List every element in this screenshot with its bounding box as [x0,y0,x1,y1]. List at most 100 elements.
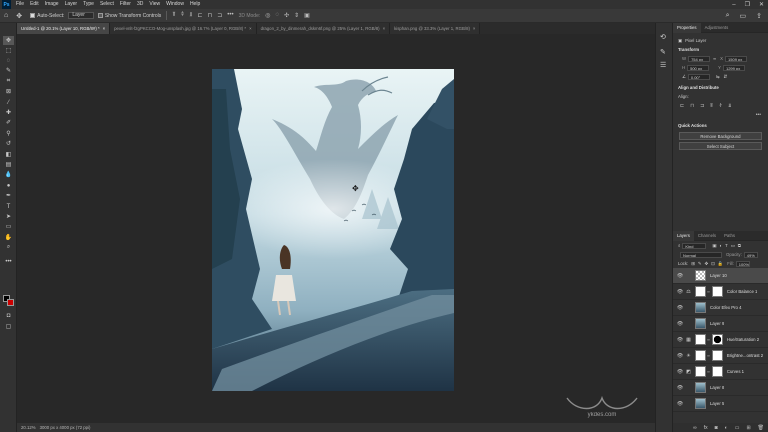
layer-name[interactable]: Layer 10 [710,273,727,278]
visibility-eye-icon[interactable]: 👁 [676,273,684,279]
layer-row[interactable]: 👁 ⚖ ∞ Color Balance 1 [673,284,768,300]
healing-brush-icon[interactable]: ✚ [3,108,14,117]
layer-row[interactable]: 👁 ▦ ∞ Hue/Saturation 2 [673,332,768,348]
visibility-eye-icon[interactable]: 👁 [676,305,684,311]
move-tool-icon[interactable]: ✥ [16,12,22,20]
layer-row[interactable]: 👁 Color Efex Pro 4 [673,300,768,316]
maximize-icon[interactable]: ❐ [745,1,750,8]
visibility-eye-icon[interactable]: 👁 [676,337,684,343]
quick-actions-title[interactable]: Quick Actions [673,121,768,130]
align-section-title[interactable]: Align and Distribute [673,83,768,92]
quick-select-tool-icon[interactable]: ✎ [3,66,14,75]
gradient-tool-icon[interactable]: ▤ [3,160,14,169]
3d-scale-icon[interactable]: ▣ [304,12,310,19]
eyedropper-tool-icon[interactable]: ⁄ [3,98,14,107]
auto-select-checkbox[interactable]: Auto-Select: [30,13,64,19]
width-field[interactable]: 754 px [688,55,711,62]
background-color-swatch[interactable] [7,299,14,306]
shape-tool-icon[interactable]: ▭ [3,222,14,231]
menu-file[interactable]: File [13,0,27,9]
menu-filter[interactable]: Filter [117,0,134,9]
layer-mask-thumbnail[interactable] [711,334,723,345]
dodge-tool-icon[interactable]: ● [3,181,14,190]
mask-link-icon[interactable]: ∞ [707,369,710,374]
layer-name[interactable]: Brightne...ontrast 2 [727,353,763,358]
filter-smart-icon[interactable]: ⧉ [738,243,741,248]
mask-link-icon[interactable]: ∞ [707,337,710,342]
new-adjustment-icon[interactable]: ◐ [725,425,728,431]
close-tab-icon[interactable]: × [103,26,106,31]
align-right-icon[interactable]: ⊐ [217,12,222,19]
visibility-eye-icon[interactable]: 👁 [676,289,684,295]
layer-thumbnail[interactable] [695,382,706,393]
visibility-eye-icon[interactable]: 👁 [676,321,684,327]
filter-type-icon[interactable]: T [725,243,728,248]
blend-mode-dropdown[interactable]: Normal [680,251,722,258]
blur-tool-icon[interactable]: 💧 [3,170,14,179]
menu-edit[interactable]: Edit [27,0,42,9]
align-bottom-icon[interactable]: ⫫ [189,12,192,19]
align-v-centers-icon[interactable]: ⫩ [719,103,722,109]
layer-thumbnail[interactable] [695,302,706,313]
3d-orbit-icon[interactable]: ◎ [265,12,270,19]
tab-paths[interactable]: Paths [720,231,739,241]
align-top-icon[interactable]: ⫪ [172,12,175,19]
layer-name[interactable]: Color Efex Pro 4 [710,305,742,310]
tab-channels[interactable]: Channels [694,231,720,241]
pen-tool-icon[interactable]: ✒ [3,191,14,200]
add-mask-icon[interactable]: ◙ [715,425,718,431]
layer-thumbnail[interactable] [695,318,706,329]
transform-section-title[interactable]: Transform [673,45,768,54]
layer-row[interactable]: 👁 ☀ ∞ Brightne...ontrast 2 [673,348,768,364]
close-tab-icon[interactable]: × [249,26,252,31]
more-align-icon[interactable]: ••• [756,112,761,118]
layer-mask-thumbnail[interactable] [711,350,723,361]
layer-row[interactable]: 👁 ◩ ∞ Curves 1 [673,364,768,380]
align-left-icon[interactable]: ⊏ [198,12,203,19]
trash-icon[interactable]: 🗑 [758,425,764,431]
zoom-level[interactable]: 20.12% [21,425,36,430]
visibility-eye-icon[interactable]: 👁 [676,385,684,391]
menu-help[interactable]: Help [187,0,203,9]
new-layer-icon[interactable]: ⊞ [746,425,750,431]
remove-background-button[interactable]: Remove Background [679,132,762,140]
angle-field[interactable]: 0.00° [687,73,710,80]
photoshop-logo-icon[interactable]: Ps [2,0,11,9]
tab-dragon-image[interactable]: dragon_2_by_dinmerah_dskm6f.png @ 25% (L… [256,23,391,34]
more-options-icon[interactable]: ••• [227,12,233,19]
link-layers-icon[interactable]: ∞ [693,425,697,431]
layer-name[interactable]: Layer 9 [710,321,724,326]
edit-toolbar-icon[interactable]: ••• [3,257,14,266]
layer-name[interactable]: Curves 1 [727,369,744,374]
layer-name[interactable]: Color Balance 1 [727,289,758,294]
align-left-edges-icon[interactable]: ⊏ [680,103,684,109]
marquee-tool-icon[interactable]: ⬚ [3,46,14,55]
frame-tool-icon[interactable]: ⊠ [3,87,14,96]
menu-view[interactable]: View [146,0,163,9]
menu-3d[interactable]: 3D [134,0,146,9]
lock-artboard-icon[interactable]: ⊡ [711,261,715,267]
menu-window[interactable]: Window [163,0,187,9]
select-subject-button[interactable]: Select Subject [679,142,762,150]
filter-pixel-icon[interactable]: ▣ [712,243,716,249]
close-tab-icon[interactable]: × [473,26,476,31]
fx-icon[interactable]: fx [704,425,708,431]
adjustment-thumbnail[interactable] [695,366,706,377]
layer-row[interactable]: 👁 Layer 9 [673,316,768,332]
layer-row[interactable]: 👁 Layer 10 [673,268,768,284]
show-transform-checkbox[interactable]: Show Transform Controls [97,13,161,19]
flip-v-icon[interactable]: ⇵ [723,74,727,80]
mask-link-icon[interactable]: ∞ [707,353,710,358]
filter-adjust-icon[interactable]: ◐ [719,243,722,248]
kind-dropdown[interactable]: Kind [682,242,707,249]
hand-tool-icon[interactable]: ✋ [3,233,14,242]
opacity-field[interactable]: 49% [743,251,758,258]
layer-name[interactable]: Layer 8 [710,385,724,390]
align-top-edges-icon[interactable]: ⫪ [710,103,713,109]
layer-thumbnail[interactable] [695,398,706,409]
brush-settings-icon[interactable]: ✎ [660,48,666,56]
minimize-icon[interactable]: – [732,2,735,8]
3d-roll-icon[interactable]: ◌ [276,12,280,19]
lock-all-icon[interactable]: 🔒 [718,261,723,267]
home-icon[interactable]: ⌂ [4,12,8,19]
